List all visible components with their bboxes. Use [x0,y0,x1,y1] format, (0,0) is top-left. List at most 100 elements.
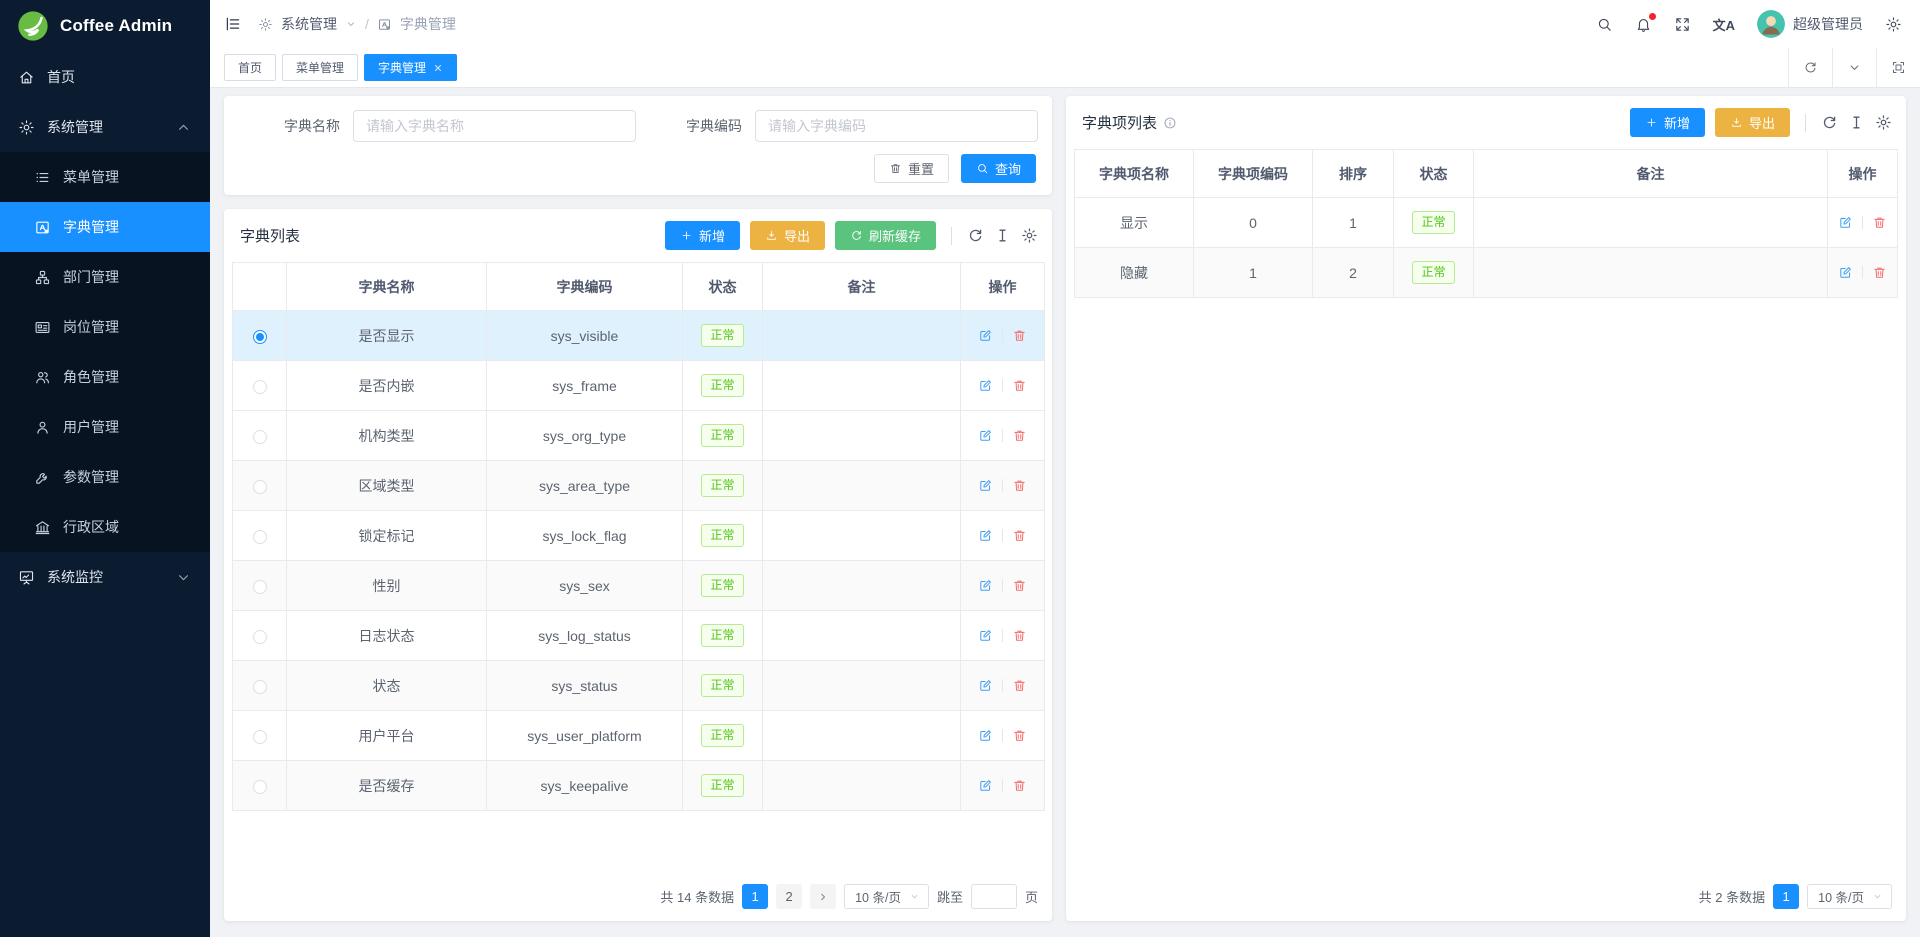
edit-icon[interactable] [978,428,993,443]
column-settings-icon[interactable] [1021,227,1038,244]
edit-icon[interactable] [978,478,993,493]
chevron-down-icon[interactable] [1832,48,1876,87]
delete-icon[interactable] [1872,265,1887,280]
sidebar-item-home[interactable]: 首页 [0,52,210,102]
sidebar-item-label: 岗位管理 [63,317,119,337]
table-row[interactable]: 锁定标记 sys_lock_flag 正常 [233,511,1045,561]
delete-icon[interactable] [1012,428,1027,443]
tab-menu-mgmt[interactable]: 菜单管理 [282,54,358,81]
edit-icon[interactable] [978,378,993,393]
row-radio[interactable] [253,430,267,444]
radio-column-header [233,263,287,311]
edit-icon[interactable] [1838,215,1853,230]
sidebar-item-dict-mgmt[interactable]: 字典管理 [0,202,210,252]
reset-button[interactable]: 重置 [874,154,949,183]
refresh-table-icon[interactable] [967,227,984,244]
delete-icon[interactable] [1012,528,1027,543]
edit-icon[interactable] [978,628,993,643]
row-radio[interactable] [253,630,267,644]
delete-icon[interactable] [1012,628,1027,643]
sidebar-item-system[interactable]: 系统管理 [0,102,210,152]
fullscreen-icon[interactable] [1674,16,1691,33]
add-button[interactable]: 新增 [1630,108,1705,137]
search-icon[interactable] [1596,16,1613,33]
next-page-button[interactable] [810,884,836,909]
table-row[interactable]: 用户平台 sys_user_platform 正常 [233,711,1045,761]
dict-name-input[interactable] [353,110,636,142]
row-radio[interactable] [253,580,267,594]
sidebar-item-user-mgmt[interactable]: 用户管理 [0,402,210,452]
edit-icon[interactable] [978,728,993,743]
tab-dict-mgmt[interactable]: 字典管理 [364,54,457,81]
edit-icon[interactable] [978,678,993,693]
delete-icon[interactable] [1012,578,1027,593]
delete-icon[interactable] [1012,478,1027,493]
table-row[interactable]: 是否缓存 sys_keepalive 正常 [233,761,1045,811]
add-button-label: 新增 [699,226,725,245]
sidebar-item-role-mgmt[interactable]: 角色管理 [0,352,210,402]
table-row[interactable]: 性别 sys_sex 正常 [233,561,1045,611]
edit-icon[interactable] [978,778,993,793]
table-row[interactable]: 隐藏 1 2 正常 [1075,248,1898,298]
row-radio[interactable] [253,330,267,344]
delete-icon[interactable] [1012,678,1027,693]
settings-gear-icon[interactable] [1885,16,1902,33]
page-size-select[interactable]: 10 条/页 [1807,884,1892,909]
delete-icon[interactable] [1872,215,1887,230]
table-row[interactable]: 是否内嵌 sys_frame 正常 [233,361,1045,411]
dict-code-input[interactable] [755,110,1038,142]
table-row[interactable]: 状态 sys_status 正常 [233,661,1045,711]
edit-icon[interactable] [1838,265,1853,280]
edit-icon[interactable] [978,328,993,343]
page-button-2[interactable]: 2 [776,884,802,909]
table-row[interactable]: 显示 0 1 正常 [1075,198,1898,248]
menu-fold-icon[interactable] [224,15,242,33]
chevron-down-icon[interactable] [345,18,357,30]
page-size-select[interactable]: 10 条/页 [844,884,929,909]
delete-icon[interactable] [1012,778,1027,793]
info-icon[interactable] [1163,116,1177,130]
edit-icon[interactable] [978,528,993,543]
query-button[interactable]: 查询 [961,154,1036,183]
row-radio[interactable] [253,530,267,544]
sidebar-item-param-mgmt[interactable]: 参数管理 [0,452,210,502]
table-row[interactable]: 机构类型 sys_org_type 正常 [233,411,1045,461]
maximize-icon[interactable] [1876,48,1920,87]
table-row[interactable]: 是否显示 sys_visible 正常 [233,311,1045,361]
refresh-icon[interactable] [1788,48,1832,87]
export-button[interactable]: 导出 [750,221,825,250]
edit-icon[interactable] [978,578,993,593]
refresh-table-icon[interactable] [1821,114,1838,131]
page-button-1[interactable]: 1 [742,884,768,909]
sidebar-item-menu-mgmt[interactable]: 菜单管理 [0,152,210,202]
sidebar-item-dept-mgmt[interactable]: 部门管理 [0,252,210,302]
sidebar-item-admin-region[interactable]: 行政区域 [0,502,210,552]
cell-name: 是否内嵌 [287,361,487,411]
breadcrumb-item-system[interactable]: 系统管理 [281,14,337,34]
delete-icon[interactable] [1012,328,1027,343]
row-radio[interactable] [253,380,267,394]
jump-page-input[interactable] [971,884,1017,909]
delete-icon[interactable] [1012,378,1027,393]
add-button[interactable]: 新增 [665,221,740,250]
row-radio[interactable] [253,780,267,794]
bell-icon[interactable] [1635,16,1652,33]
column-settings-icon[interactable] [1875,114,1892,131]
row-radio[interactable] [253,730,267,744]
close-icon[interactable] [433,63,443,73]
table-row[interactable]: 区域类型 sys_area_type 正常 [233,461,1045,511]
row-radio[interactable] [253,680,267,694]
sidebar-item-post-mgmt[interactable]: 岗位管理 [0,302,210,352]
translate-icon[interactable]: 文A [1713,15,1735,34]
refresh-cache-button[interactable]: 刷新缓存 [835,221,936,250]
export-button[interactable]: 导出 [1715,108,1790,137]
tab-home[interactable]: 首页 [224,54,276,81]
row-height-icon[interactable] [994,227,1011,244]
delete-icon[interactable] [1012,728,1027,743]
table-row[interactable]: 日志状态 sys_log_status 正常 [233,611,1045,661]
sidebar-item-monitor[interactable]: 系统监控 [0,552,210,602]
user-menu[interactable]: 超级管理员 [1757,10,1863,38]
row-radio[interactable] [253,480,267,494]
row-height-icon[interactable] [1848,114,1865,131]
page-button-1[interactable]: 1 [1773,884,1799,909]
